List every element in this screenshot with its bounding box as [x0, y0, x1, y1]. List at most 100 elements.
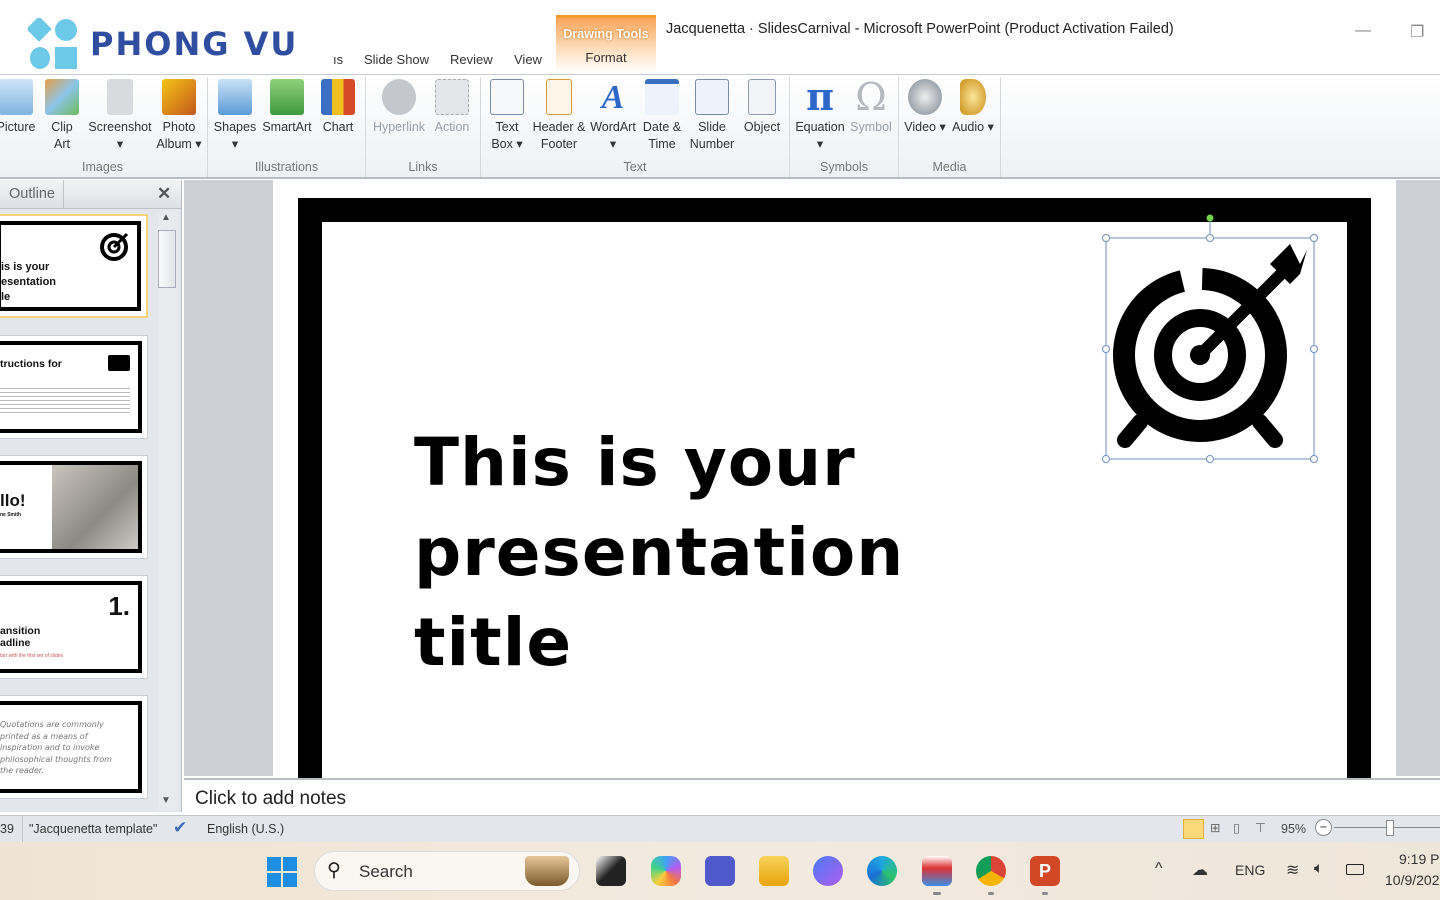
- teams-icon[interactable]: [705, 856, 735, 886]
- screenshot-button[interactable]: Screenshot ▾: [86, 75, 154, 153]
- taskbar-search[interactable]: ⚲ Search: [314, 851, 580, 891]
- scroll-up-arrow: ▲: [161, 212, 171, 223]
- slides-pane: Outline ✕ is is your esentation le truct…: [0, 180, 182, 812]
- taskbar: ⚲ Search P ^ ☁ ENG ≋ 🔈︎ 9:19 P 10/9/202: [0, 842, 1440, 900]
- close-pane-button[interactable]: ✕: [157, 184, 171, 204]
- group-illustrations: Illustrations: [254, 160, 319, 174]
- text-box-icon: [490, 79, 524, 115]
- film-reel-icon: [908, 79, 942, 115]
- wordart-icon: A: [601, 79, 625, 116]
- photo-album-icon: [162, 79, 196, 115]
- copilot-icon[interactable]: [651, 856, 681, 886]
- object-button[interactable]: Object: [740, 75, 784, 136]
- target-arrow-icon[interactable]: [1100, 212, 1322, 466]
- clock-date[interactable]: 10/9/202: [1385, 872, 1440, 888]
- hyperlink-button[interactable]: Hyperlink: [370, 75, 428, 136]
- windows-start-icon[interactable]: [267, 857, 297, 887]
- picture-icon: [0, 79, 33, 115]
- edge-icon[interactable]: [867, 856, 897, 886]
- target-icon: [100, 232, 129, 261]
- volume-icon[interactable]: 🔈︎: [1314, 860, 1324, 878]
- chevron-up-icon[interactable]: ^: [1155, 860, 1163, 878]
- clip-art-button[interactable]: Clip Art: [44, 75, 80, 153]
- snipping-tool-icon[interactable]: [922, 856, 952, 886]
- window-title: Jacquenetta · SlidesCarnival - Microsoft…: [666, 21, 1174, 37]
- calendar-icon: [645, 79, 679, 115]
- date-time-button[interactable]: Date & Time: [640, 75, 684, 153]
- slide-number-icon: [695, 79, 729, 115]
- photo-hand-writing: [52, 465, 138, 549]
- shapes-icon: [218, 79, 252, 115]
- header-footer-button[interactable]: Header & Footer: [532, 75, 586, 153]
- wordart-button[interactable]: A WordArt ▾: [588, 75, 638, 153]
- symbol-button[interactable]: Ω Symbol: [848, 75, 894, 136]
- slides-pane-scrollbar[interactable]: ▲ ▼: [158, 210, 178, 810]
- status-bar: 39 "Jacquenetta template" ✔ English (U.S…: [0, 815, 1440, 842]
- zoom-slider-thumb[interactable]: [1386, 820, 1394, 836]
- slide-sorter-button[interactable]: ⊞: [1210, 820, 1220, 835]
- photo-album-button[interactable]: Photo Album ▾: [154, 75, 204, 153]
- cloud-off-icon[interactable]: ☁: [1192, 860, 1208, 880]
- tab-format[interactable]: Format: [556, 50, 656, 65]
- slide-thumbnail-5[interactable]: Quotations are commonly printed as a mea…: [0, 695, 148, 799]
- slide-title[interactable]: This is your presentation title: [414, 418, 934, 688]
- shapes-button[interactable]: Shapes ▾: [212, 75, 258, 153]
- tab-review[interactable]: Review: [450, 52, 493, 67]
- slide-thumbnail-2[interactable]: tructions for: [0, 335, 148, 439]
- audio-button[interactable]: Audio ▾: [952, 75, 994, 136]
- zoom-out-button[interactable]: −: [1315, 819, 1332, 836]
- powerpoint-icon[interactable]: P: [1030, 856, 1060, 886]
- reading-view-button[interactable]: ▯: [1233, 820, 1240, 835]
- action-button[interactable]: Action: [430, 75, 474, 136]
- viking-ship-icon: [525, 856, 569, 886]
- tab-view[interactable]: View: [514, 52, 542, 67]
- chart-icon: [321, 79, 355, 115]
- ribbon: Picture Clip Art Screenshot ▾ Photo Albu…: [0, 75, 1440, 179]
- file-explorer-icon[interactable]: [759, 856, 789, 886]
- wifi-icon[interactable]: ≋: [1286, 860, 1299, 880]
- phong-vu-logo: PHONG VU: [28, 18, 298, 70]
- header-footer-icon: [546, 79, 572, 115]
- m365-icon[interactable]: [813, 856, 843, 886]
- spell-check-icon[interactable]: ✔: [173, 818, 187, 838]
- slide-thumbnail-3[interactable]: llo! ne Smith: [0, 455, 148, 559]
- tab-slide-show[interactable]: Slide Show: [364, 52, 429, 67]
- zoom-level[interactable]: 95%: [1281, 822, 1306, 836]
- pi-icon: π: [806, 74, 834, 119]
- chart-button[interactable]: Chart: [318, 75, 358, 136]
- search-icon: ⚲: [327, 860, 341, 881]
- language-indicator[interactable]: English (U.S.): [207, 822, 284, 836]
- picture-button[interactable]: Picture: [0, 75, 38, 136]
- drawing-tools-contextual-tab[interactable]: Drawing Tools Format: [556, 15, 656, 73]
- action-star-icon: [435, 79, 469, 115]
- slide-indicator: 39: [0, 822, 14, 836]
- group-symbols: Symbols: [820, 160, 868, 174]
- object-icon: [748, 79, 776, 115]
- tab-outline[interactable]: Outline: [0, 180, 64, 209]
- language-tray[interactable]: ENG: [1235, 862, 1265, 878]
- slide-thumbnail-1[interactable]: is is your esentation le: [0, 214, 148, 318]
- tab-animations[interactable]: ıs: [333, 52, 343, 67]
- slide-thumbnail-4[interactable]: 1. ansition adline tart with the first set…: [0, 575, 148, 679]
- theme-name: "Jacquenetta template": [22, 816, 163, 842]
- notes-input[interactable]: Click to add notes: [184, 778, 1440, 815]
- speaker-icon: [960, 79, 986, 115]
- minimize-button[interactable]: —: [1355, 22, 1371, 40]
- chrome-icon[interactable]: [976, 856, 1006, 886]
- video-button[interactable]: Video ▾: [904, 75, 946, 136]
- text-box-button[interactable]: Text Box ▾: [486, 75, 528, 153]
- clock-time[interactable]: 9:19 P: [1399, 851, 1439, 867]
- smartart-button[interactable]: SmartArt: [260, 75, 314, 136]
- globe-link-icon: [382, 79, 416, 115]
- task-view-icon[interactable]: [596, 856, 626, 886]
- logo-text: PHONG VU: [90, 25, 299, 63]
- restore-button[interactable]: ❐: [1410, 22, 1424, 42]
- normal-view-button[interactable]: [1183, 819, 1204, 839]
- group-text: Text: [623, 160, 647, 174]
- title-bar: PHONG VU Drawing Tools Format Jacquenett…: [0, 0, 1440, 75]
- slide-number-button[interactable]: Slide Number: [686, 75, 738, 153]
- battery-icon[interactable]: [1346, 864, 1364, 875]
- clip-art-icon: [45, 79, 79, 115]
- slide-show-button[interactable]: ⊤: [1255, 820, 1266, 835]
- equation-button[interactable]: π Equation ▾: [794, 75, 846, 153]
